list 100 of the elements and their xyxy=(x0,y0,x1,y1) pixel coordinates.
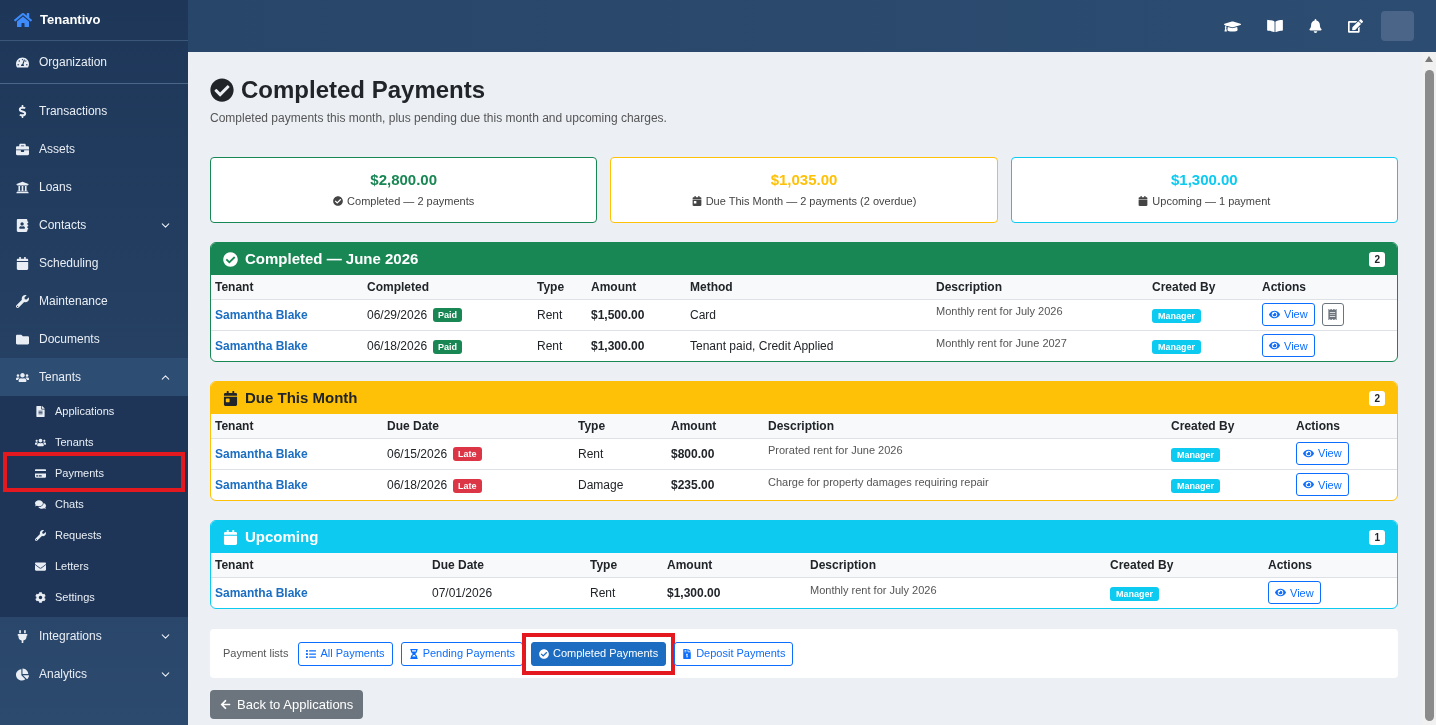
wrench-icon xyxy=(35,530,46,541)
table-cell: Monthly rent for June 2027 xyxy=(932,330,1148,361)
briefcase-icon xyxy=(16,142,29,156)
eye-icon xyxy=(1269,309,1280,320)
status-badge: Late xyxy=(453,478,482,493)
column-header: Actions xyxy=(1292,414,1397,438)
date-text: 06/29/2026 xyxy=(367,307,428,322)
view-button[interactable]: View xyxy=(1296,442,1349,465)
panel-label: Payment lists xyxy=(223,646,289,662)
column-header: Description xyxy=(764,414,1167,438)
section-title: Upcoming xyxy=(245,526,319,547)
column-header: Tenant xyxy=(211,553,428,577)
envelope-icon xyxy=(35,561,46,572)
plug-icon xyxy=(16,629,29,643)
scrollbar-thumb[interactable] xyxy=(1424,70,1434,721)
dollar-icon xyxy=(16,104,29,118)
book-icon[interactable] xyxy=(1267,19,1283,33)
column-header: Completed xyxy=(363,275,533,299)
page-title: Completed Payments xyxy=(241,76,486,104)
view-button[interactable]: View xyxy=(1268,581,1321,605)
sidebar-item[interactable]: Loans xyxy=(0,168,188,206)
column-header: Tenant xyxy=(211,414,383,438)
column-header: Type xyxy=(533,275,587,299)
eye-icon xyxy=(1269,340,1280,352)
calendar-icon xyxy=(691,196,702,206)
role-badge: Manager xyxy=(1152,339,1201,354)
folder-icon xyxy=(16,332,29,346)
brand-name[interactable]: Tenantivo xyxy=(40,10,101,30)
scroll-up-arrow-icon[interactable] xyxy=(1425,56,1433,62)
card-icon xyxy=(35,468,46,479)
table-cell: Prorated rent for June 2026 xyxy=(764,438,1167,469)
sidebar-item[interactable]: Maintenance xyxy=(0,282,188,320)
people-icon xyxy=(35,437,46,448)
tenant-link[interactable]: Samantha Blake xyxy=(215,585,308,600)
document-icon xyxy=(35,406,46,417)
summary-label: Completed — 2 payments xyxy=(347,193,475,209)
table-cell: $235.00 xyxy=(667,469,764,500)
receipt-button[interactable] xyxy=(1321,303,1344,326)
column-header: Actions xyxy=(1264,553,1397,577)
submenu-item[interactable]: Letters xyxy=(0,551,188,582)
submenu-item[interactable]: Chats xyxy=(0,489,188,520)
sidebar-item[interactable]: Documents xyxy=(0,320,188,358)
sidebar-item[interactable]: Transactions xyxy=(0,92,188,130)
column-header: Type xyxy=(574,414,667,438)
sidebar-item[interactable]: Tenants xyxy=(0,358,188,396)
view-button[interactable]: View xyxy=(1262,303,1315,326)
table-cell: Damage xyxy=(574,469,667,500)
column-header: Due Date xyxy=(383,414,574,438)
sidebar-item[interactable]: Analytics xyxy=(0,655,188,693)
tenant-link[interactable]: Samantha Blake xyxy=(215,307,308,322)
table-cell: Monthly rent for July 2026 xyxy=(806,577,1106,608)
page-subtitle: Completed payments this month, plus pending due this month and upcoming charges. xyxy=(210,110,668,126)
settings-icon xyxy=(35,592,46,603)
scrollbar[interactable] xyxy=(1422,52,1436,725)
table-cell: 07/01/2026 xyxy=(428,577,586,608)
edit-icon[interactable] xyxy=(1348,19,1363,33)
payment-list-button[interactable]: Completed Payments xyxy=(530,641,667,666)
tenant-link[interactable]: Samantha Blake xyxy=(215,477,308,492)
role-badge: Manager xyxy=(1152,308,1201,323)
table-cell: Rent xyxy=(533,299,587,330)
calendar-icon xyxy=(223,390,238,406)
bank-icon xyxy=(16,180,29,194)
table-cell: Rent xyxy=(533,330,587,361)
sidebar-item[interactable]: Assets xyxy=(0,130,188,168)
submenu-item[interactable]: Requests xyxy=(0,520,188,551)
submenu-item[interactable]: Applications xyxy=(0,396,188,427)
column-header: Type xyxy=(586,553,663,577)
tenant-link[interactable]: Samantha Blake xyxy=(215,338,308,353)
contact-book-icon xyxy=(16,218,29,232)
amount-text: $1,300.00 xyxy=(1170,170,1238,189)
submenu-item[interactable]: Payments xyxy=(0,458,188,489)
receipt-icon xyxy=(1328,309,1338,320)
column-header: Amount xyxy=(587,275,686,299)
date-text: 06/18/2026 xyxy=(387,477,448,492)
calendar-icon xyxy=(223,529,238,545)
tenant-link[interactable]: Samantha Blake xyxy=(215,446,308,461)
table-cell: Monthly rent for July 2026 xyxy=(932,299,1148,330)
back-button[interactable]: Back to Applications xyxy=(210,690,364,719)
calendar-icon xyxy=(1138,196,1149,206)
bell-icon[interactable] xyxy=(1309,19,1322,33)
pie-chart-icon xyxy=(16,667,29,681)
view-button[interactable]: View xyxy=(1296,473,1349,497)
people-icon xyxy=(16,370,29,384)
view-button[interactable]: View xyxy=(1262,334,1315,358)
payment-list-button[interactable]: Pending Payments xyxy=(400,641,523,666)
graduation-cap-icon[interactable] xyxy=(1224,18,1241,34)
submenu-item[interactable]: Settings xyxy=(0,582,188,613)
amount-text: $1,035.00 xyxy=(770,170,838,189)
sidebar-item[interactable]: Contacts xyxy=(0,206,188,244)
summary-label: Due This Month — 2 payments (2 overdue) xyxy=(705,193,917,209)
table-cell: Rent xyxy=(574,438,667,469)
payment-list-button[interactable]: All Payments xyxy=(298,641,393,666)
wrench-icon xyxy=(16,294,29,308)
arrow-left-icon xyxy=(220,699,231,710)
submenu-item[interactable]: Tenants xyxy=(0,427,188,458)
summary-label: Upcoming — 1 payment xyxy=(1152,193,1271,209)
sidebar-item[interactable]: Integrations xyxy=(0,617,188,655)
payment-list-button[interactable]: Deposit Payments xyxy=(674,641,794,666)
column-header: Amount xyxy=(667,414,764,438)
sidebar-item[interactable]: Scheduling xyxy=(0,244,188,282)
